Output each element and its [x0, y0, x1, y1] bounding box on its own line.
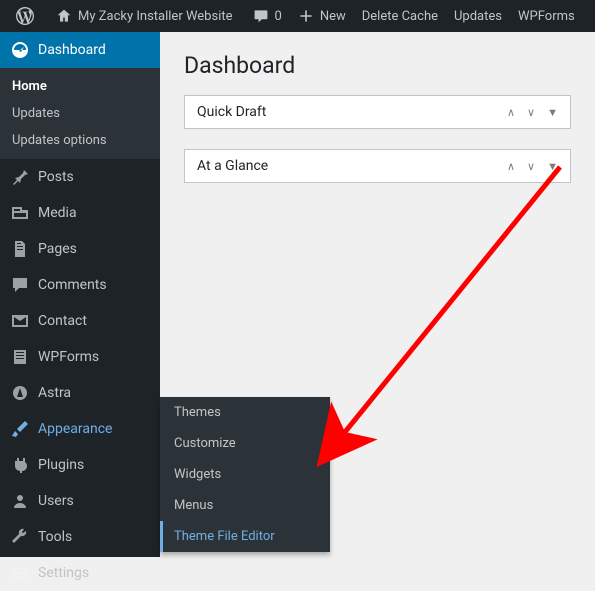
astra-icon	[10, 383, 30, 403]
move-down-icon[interactable]: ∨	[527, 106, 535, 119]
panel-title: At a Glance	[197, 158, 268, 174]
updates-link[interactable]: Updates	[446, 0, 510, 32]
delete-cache-link[interactable]: Delete Cache	[354, 0, 446, 32]
sidebar-item-users[interactable]: Users	[0, 483, 160, 519]
sidebar-label: Pages	[38, 241, 77, 257]
admin-sidebar: Dashboard Home Updates Updates options P…	[0, 32, 160, 557]
sidebar-label: WPForms	[38, 349, 99, 365]
plus-icon	[298, 8, 314, 24]
panel-controls: ∧ ∨ ▼	[507, 160, 558, 173]
sidebar-item-pages[interactable]: Pages	[0, 231, 160, 267]
dashboard-icon	[10, 40, 30, 60]
sidebar-item-posts[interactable]: Posts	[0, 159, 160, 195]
site-name-link[interactable]: My Zacky Installer Website	[48, 0, 241, 32]
sidebar-label: Users	[38, 493, 74, 509]
sliders-icon	[10, 563, 30, 583]
sidebar-label: Contact	[38, 313, 87, 329]
site-name-text: My Zacky Installer Website	[78, 9, 233, 24]
mail-icon	[10, 311, 30, 331]
sidebar-item-appearance[interactable]: Appearance	[0, 411, 160, 447]
sidebar-label: Dashboard	[38, 42, 106, 58]
wrench-icon	[10, 527, 30, 547]
panel-at-a-glance[interactable]: At a Glance ∧ ∨ ▼	[184, 149, 571, 183]
wpforms-link[interactable]: WPForms	[510, 0, 583, 32]
toggle-icon[interactable]: ▼	[547, 160, 558, 173]
page-icon	[10, 239, 30, 259]
plug-icon	[10, 455, 30, 475]
sidebar-item-comments[interactable]: Comments	[0, 267, 160, 303]
sidebar-label: Plugins	[38, 457, 84, 473]
new-link[interactable]: New	[290, 0, 354, 32]
comments-icon	[10, 275, 30, 295]
brush-icon	[10, 419, 30, 439]
panel-controls: ∧ ∨ ▼	[507, 106, 558, 119]
toggle-icon[interactable]: ▼	[547, 106, 558, 119]
sidebar-label: Comments	[38, 277, 107, 293]
comments-link[interactable]: 0	[245, 0, 290, 32]
panel-quick-draft[interactable]: Quick Draft ∧ ∨ ▼	[184, 95, 571, 129]
sidebar-item-media[interactable]: Media	[0, 195, 160, 231]
sidebar-item-settings[interactable]: Settings	[0, 555, 160, 591]
wordpress-icon	[16, 7, 34, 25]
move-up-icon[interactable]: ∧	[507, 106, 515, 119]
sidebar-item-plugins[interactable]: Plugins	[0, 447, 160, 483]
sidebar-label: Tools	[38, 529, 72, 545]
sidebar-label: Posts	[38, 169, 74, 185]
sidebar-item-dashboard[interactable]: Dashboard	[0, 32, 160, 68]
move-down-icon[interactable]: ∨	[527, 160, 535, 173]
home-icon	[56, 8, 72, 24]
wp-logo[interactable]	[8, 0, 48, 32]
panel-title: Quick Draft	[197, 104, 266, 120]
sidebar-item-astra[interactable]: Astra	[0, 375, 160, 411]
sidebar-label: Settings	[38, 565, 89, 581]
comments-count: 0	[275, 9, 282, 24]
form-icon	[10, 347, 30, 367]
sidebar-item-tools[interactable]: Tools	[0, 519, 160, 555]
sidebar-label: Astra	[38, 385, 71, 401]
admin-toolbar: My Zacky Installer Website 0 New Delete …	[0, 0, 595, 32]
sidebar-submenu-dashboard: Home Updates Updates options	[0, 68, 160, 159]
new-label: New	[320, 9, 346, 24]
page-title: Dashboard	[184, 52, 571, 79]
sidebar-label: Appearance	[38, 421, 112, 437]
user-icon	[10, 491, 30, 511]
sidebar-sub-updates-options[interactable]: Updates options	[0, 127, 160, 154]
pin-icon	[10, 167, 30, 187]
sidebar-item-wpforms[interactable]: WPForms	[0, 339, 160, 375]
sidebar-label: Media	[38, 205, 77, 221]
comment-icon	[253, 8, 269, 24]
move-up-icon[interactable]: ∧	[507, 160, 515, 173]
sidebar-sub-updates[interactable]: Updates	[0, 100, 160, 127]
sidebar-sub-home[interactable]: Home	[0, 73, 160, 100]
media-icon	[10, 203, 30, 223]
sidebar-item-contact[interactable]: Contact	[0, 303, 160, 339]
main-content: Dashboard Quick Draft ∧ ∨ ▼ At a Glance …	[160, 32, 595, 557]
